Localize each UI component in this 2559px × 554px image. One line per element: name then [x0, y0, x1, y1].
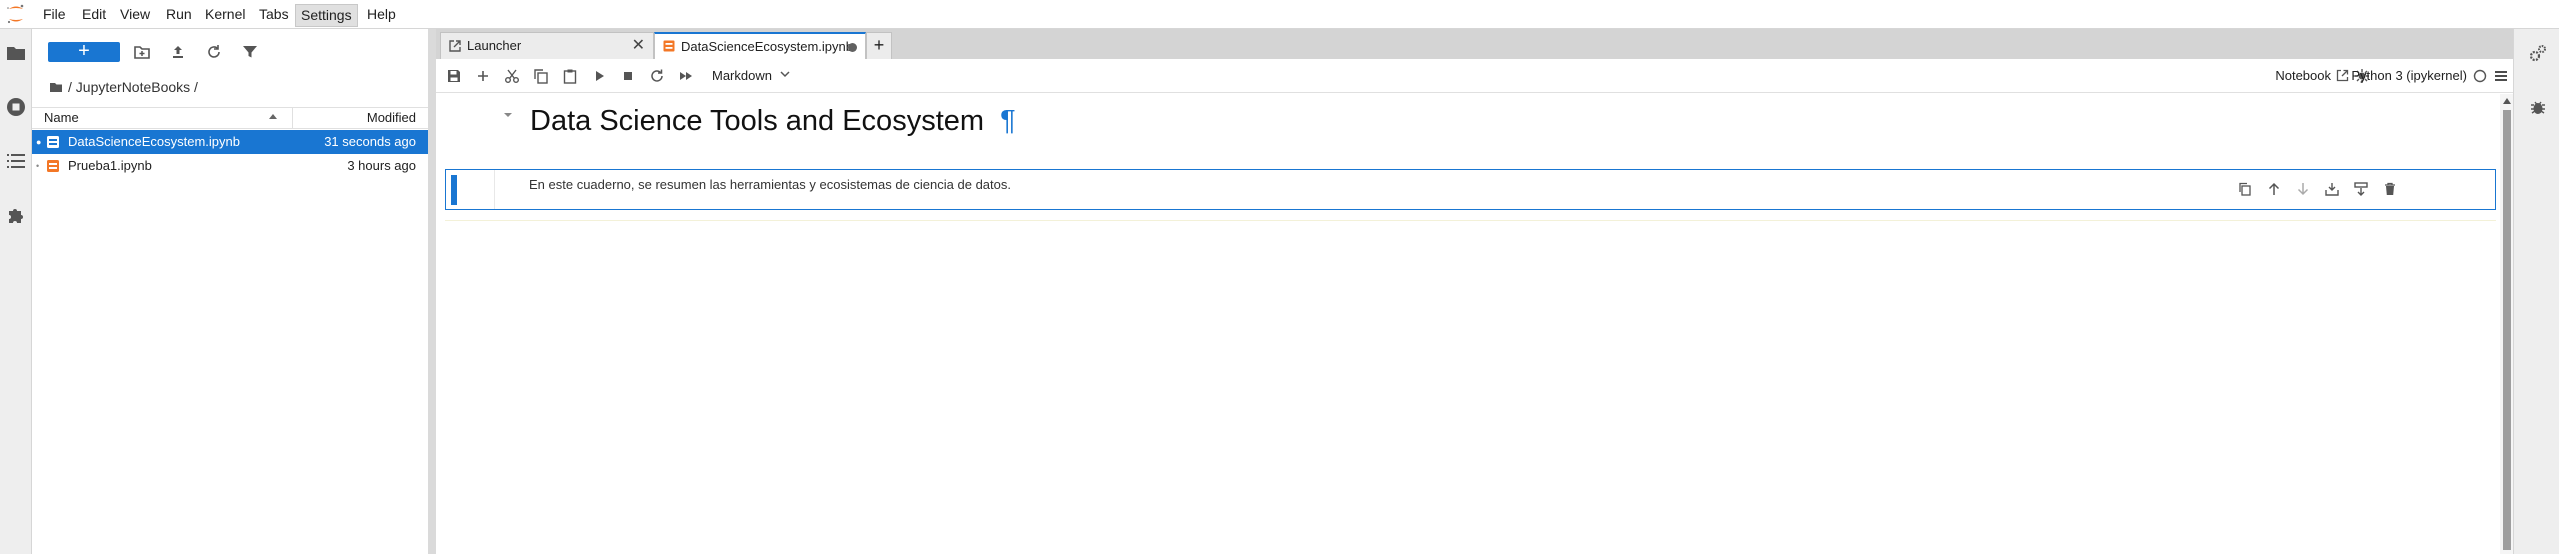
move-cell-up-icon[interactable]	[2266, 181, 2282, 197]
file-browser-toolbar: +	[32, 29, 428, 75]
unsaved-indicator-icon[interactable]	[848, 43, 857, 52]
cell-type-value: Markdown	[712, 68, 772, 83]
run-icon[interactable]	[590, 67, 608, 85]
restart-kernel-icon[interactable]	[648, 67, 666, 85]
expand-indicator: •	[36, 161, 40, 171]
interrupt-kernel-icon[interactable]	[619, 67, 637, 85]
file-modified: 3 hours ago	[347, 158, 416, 173]
tab-label: DataScienceEcosystem.ipynb	[681, 39, 853, 54]
column-modified[interactable]: Modified	[367, 110, 416, 125]
close-tab-icon[interactable]: ✕	[632, 33, 645, 58]
running-sessions-icon[interactable]	[4, 95, 28, 119]
active-markdown-cell[interactable]: En este cuaderno, se resumen las herrami…	[445, 169, 2496, 210]
upload-icon[interactable]	[168, 42, 188, 62]
new-tab-button[interactable]: +	[866, 32, 892, 60]
menu-file[interactable]: File	[38, 4, 71, 25]
menu-run[interactable]: Run	[161, 4, 197, 25]
filter-icon[interactable]	[240, 42, 260, 62]
file-browser-panel: + / JupyterNoteBooks / Name Modified ● D	[32, 29, 428, 554]
paste-icon[interactable]	[561, 67, 579, 85]
tab-label: Launcher	[467, 38, 522, 53]
file-name: Prueba1.ipynb	[68, 158, 152, 173]
table-of-contents-icon[interactable]	[4, 149, 28, 173]
chevron-down-icon	[778, 67, 792, 81]
kernel-status-idle-icon	[2471, 67, 2489, 85]
cell-editor-text[interactable]: En este cuaderno, se resumen las herrami…	[529, 176, 1011, 194]
breadcrumb-folder-icon[interactable]	[48, 79, 64, 95]
cell-type-select[interactable]: Markdown	[712, 65, 794, 87]
insert-cell-below-icon[interactable]	[2353, 181, 2369, 197]
heading-text: Data Science Tools and Ecosystem	[530, 105, 985, 137]
debugger-bug-icon[interactable]	[2528, 97, 2548, 117]
sort-ascending-icon	[268, 112, 278, 122]
menu-settings[interactable]: Settings	[295, 4, 358, 27]
notebook-file-icon	[46, 159, 60, 173]
open-in-notebook-button[interactable]: Notebook	[2275, 65, 2351, 87]
notebook-icon	[663, 40, 675, 52]
file-modified: 31 seconds ago	[324, 134, 416, 149]
tab-bar: Launcher ✕ DataScienceEcosystem.ipynb +	[436, 29, 2513, 62]
breadcrumb: / JupyterNoteBooks /	[48, 77, 198, 97]
menu-hamburger-icon[interactable]	[2492, 67, 2510, 85]
column-divider	[292, 108, 293, 128]
tab-datascienceecosystem[interactable]: DataScienceEcosystem.ipynb	[654, 32, 866, 62]
extension-puzzle-icon[interactable]	[4, 203, 28, 227]
menu-view[interactable]: View	[115, 4, 155, 25]
cut-icon[interactable]	[503, 67, 521, 85]
notebook-label: Notebook	[2275, 68, 2331, 83]
notebook-toolbar: Markdown Notebook Python 3 (ipykernel)	[436, 59, 2513, 93]
notebook-panel: Data Science Tools and Ecosystem ¶ En es…	[436, 93, 2513, 554]
main-dock-area: Launcher ✕ DataScienceEcosystem.ipynb +	[436, 29, 2513, 554]
restart-run-all-icon[interactable]	[677, 67, 695, 85]
right-activity-bar	[2513, 29, 2559, 554]
menu-edit[interactable]: Edit	[77, 4, 111, 25]
menu-tabs[interactable]: Tabs	[254, 4, 294, 25]
menu-bar: File Edit View Run Kernel Tabs Settings …	[0, 0, 2559, 29]
external-link-icon	[2336, 69, 2349, 82]
file-name: DataScienceEcosystem.ipynb	[68, 134, 240, 149]
save-icon[interactable]	[445, 67, 463, 85]
copy-icon[interactable]	[532, 67, 550, 85]
file-row-prueba1[interactable]: • Prueba1.ipynb 3 hours ago	[32, 154, 428, 178]
menu-help[interactable]: Help	[362, 4, 401, 25]
left-activity-bar	[0, 29, 32, 554]
panel-resize-handle[interactable]	[428, 29, 436, 554]
folder-icon[interactable]	[4, 41, 28, 65]
move-cell-down-icon[interactable]	[2295, 181, 2311, 197]
heading-anchor-link[interactable]: ¶	[1000, 105, 1016, 137]
scroll-up-arrow-icon[interactable]	[2503, 98, 2511, 104]
menu-kernel[interactable]: Kernel	[200, 4, 250, 25]
breadcrumb-path[interactable]: / JupyterNoteBooks /	[68, 79, 198, 95]
new-launcher-button[interactable]: +	[48, 41, 120, 62]
insert-cell-above-icon[interactable]	[2324, 181, 2340, 197]
empty-cell-line	[445, 220, 2496, 221]
cell-collapser[interactable]	[451, 175, 457, 205]
prompt-divider	[494, 170, 495, 209]
notebook-scrollbar[interactable]	[2500, 94, 2513, 554]
scrollbar-thumb[interactable]	[2503, 110, 2511, 550]
file-list-header: Name Modified	[32, 107, 428, 129]
markdown-heading: Data Science Tools and Ecosystem ¶	[530, 103, 1016, 139]
insert-cell-icon[interactable]	[474, 67, 492, 85]
column-name[interactable]: Name	[44, 110, 79, 125]
duplicate-cell-icon[interactable]	[2237, 181, 2253, 197]
delete-cell-icon[interactable]	[2382, 181, 2398, 197]
notebook-file-icon	[46, 135, 60, 149]
running-indicator: ●	[36, 137, 42, 147]
file-row-datascienceecosystem[interactable]: ● DataScienceEcosystem.ipynb 31 seconds …	[32, 130, 428, 154]
launcher-icon	[449, 40, 461, 52]
kernel-name[interactable]: Python 3 (ipykernel)	[2351, 65, 2467, 87]
tab-launcher[interactable]: Launcher ✕	[440, 32, 654, 60]
property-inspector-gears-icon[interactable]	[2528, 43, 2548, 63]
refresh-icon[interactable]	[204, 42, 224, 62]
collapse-heading-icon[interactable]	[502, 109, 514, 121]
new-folder-icon[interactable]	[132, 42, 152, 62]
jupyter-logo-icon	[4, 2, 28, 26]
